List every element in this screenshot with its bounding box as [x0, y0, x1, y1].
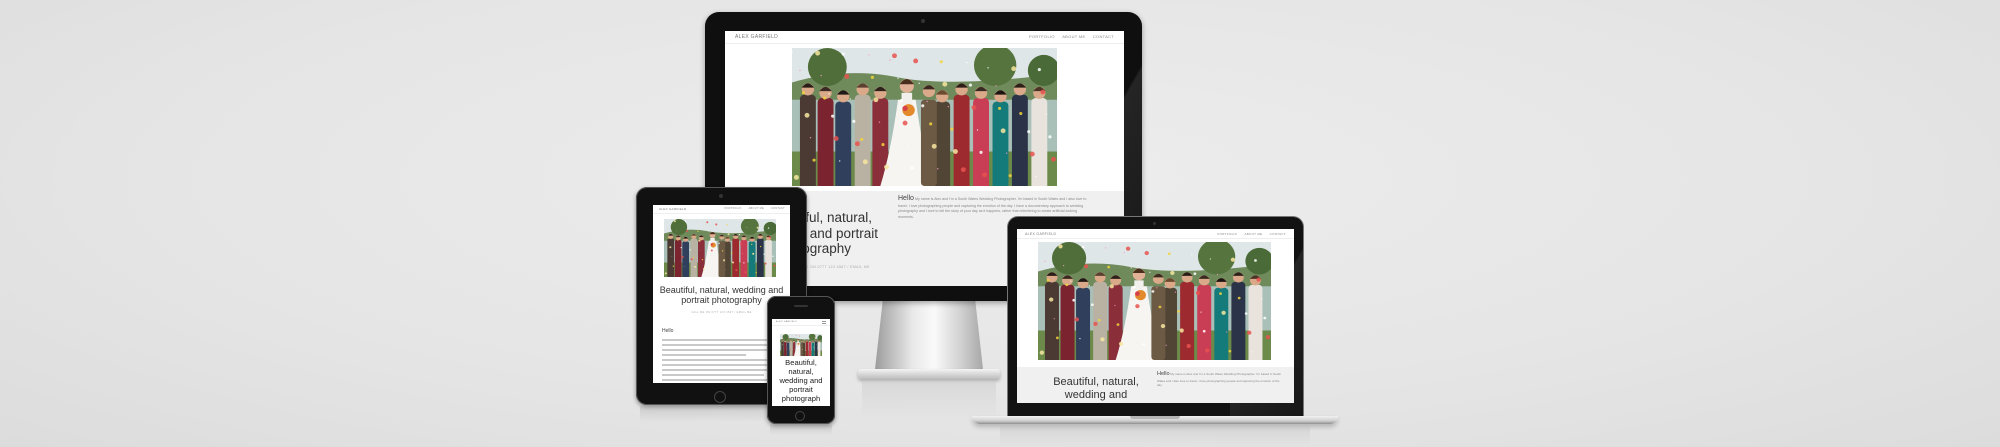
macbook-nav-links: PORTFOLIO ABOUT ME CONTACT	[1211, 232, 1286, 236]
ipad-nav-contact[interactable]: CONTACT	[771, 207, 785, 210]
macbook-nav-contact[interactable]: CONTACT	[1270, 232, 1286, 236]
imac-camera	[921, 19, 925, 23]
imac-intro-text: Hello My name is Alex and I'm a South Wa…	[898, 195, 1087, 219]
macbook-navbar: ALEX GARFIELD PORTFOLIO ABOUT ME CONTACT	[1017, 229, 1294, 239]
macbook-hello: Hello	[1157, 371, 1170, 377]
ipad-navbar: ALEX GARFIELD PORTFOLIO ABOUT ME CONTACT	[653, 205, 790, 214]
iphone-hero-photo	[780, 334, 822, 356]
ipad-intro-text: Hello	[662, 319, 782, 383]
macbook-intro-text: Hello My name is Alex and I'm a South Wa…	[1157, 371, 1281, 388]
iphone-navbar: ALEX GARFIELD	[772, 319, 830, 326]
imac-logo[interactable]: ALEX GARFIELD	[735, 34, 778, 40]
macbook-headline: Beautiful, natural, wedding and	[1053, 376, 1139, 401]
imac-base-reflection	[862, 381, 996, 419]
iphone-screen: ALEX GARFIELD Beautiful, natural, weddin…	[772, 319, 830, 406]
ipad-nav-about[interactable]: ABOUT ME	[749, 207, 764, 210]
imac-navbar: ALEX GARFIELD PORTFOLIO ABOUT ME CONTACT	[725, 31, 1124, 44]
imac-hero-photo	[792, 48, 1057, 186]
imac-base	[858, 369, 1000, 379]
imac-nav-links: PORTFOLIO ABOUT ME CONTACT	[1023, 34, 1114, 39]
ipad-nav-links: PORTFOLIO ABOUT ME CONTACT	[718, 207, 785, 210]
ipad-logo[interactable]: ALEX GARFIELD	[659, 207, 686, 211]
macbook-reflection	[1000, 425, 1310, 445]
iphone-headline: Beautiful, natural, wedding and portrait…	[779, 358, 823, 403]
imac-nav-contact[interactable]: CONTACT	[1093, 34, 1114, 39]
imac-hello: Hello	[898, 195, 914, 202]
ipad-hero-photo	[664, 219, 776, 277]
hamburger-menu-icon[interactable]	[822, 320, 826, 324]
ipad-home-button	[714, 391, 726, 403]
imac-nav-portfolio[interactable]: PORTFOLIO	[1029, 34, 1055, 39]
iphone-home-button	[795, 411, 805, 421]
macbook-intro-panel: Beautiful, natural, wedding and Hello My…	[1017, 367, 1294, 403]
macbook-notch	[1130, 416, 1180, 419]
iphone-logo[interactable]: ALEX GARFIELD	[776, 321, 797, 323]
mockup-stage: ALEX GARFIELD PORTFOLIO ABOUT ME CONTACT…	[0, 0, 2000, 447]
macbook-camera	[1153, 222, 1156, 225]
macbook-screen: ALEX GARFIELD PORTFOLIO ABOUT ME CONTACT…	[1017, 229, 1294, 403]
macbook-nav-portfolio[interactable]: PORTFOLIO	[1217, 232, 1237, 236]
imac-stand	[874, 300, 984, 378]
ipad-text-lines	[662, 339, 782, 383]
ipad-camera	[719, 194, 723, 198]
macbook-hero-photo	[1038, 242, 1271, 360]
macbook-nav-about[interactable]: ABOUT ME	[1244, 232, 1262, 236]
macbook-logo[interactable]: ALEX GARFIELD	[1025, 232, 1056, 236]
ipad-hello: Hello	[662, 328, 674, 334]
iphone-speaker	[794, 305, 808, 307]
iphone-reflection	[770, 425, 832, 435]
imac-nav-about[interactable]: ABOUT ME	[1062, 34, 1085, 39]
ipad-nav-portfolio[interactable]: PORTFOLIO	[724, 207, 741, 210]
